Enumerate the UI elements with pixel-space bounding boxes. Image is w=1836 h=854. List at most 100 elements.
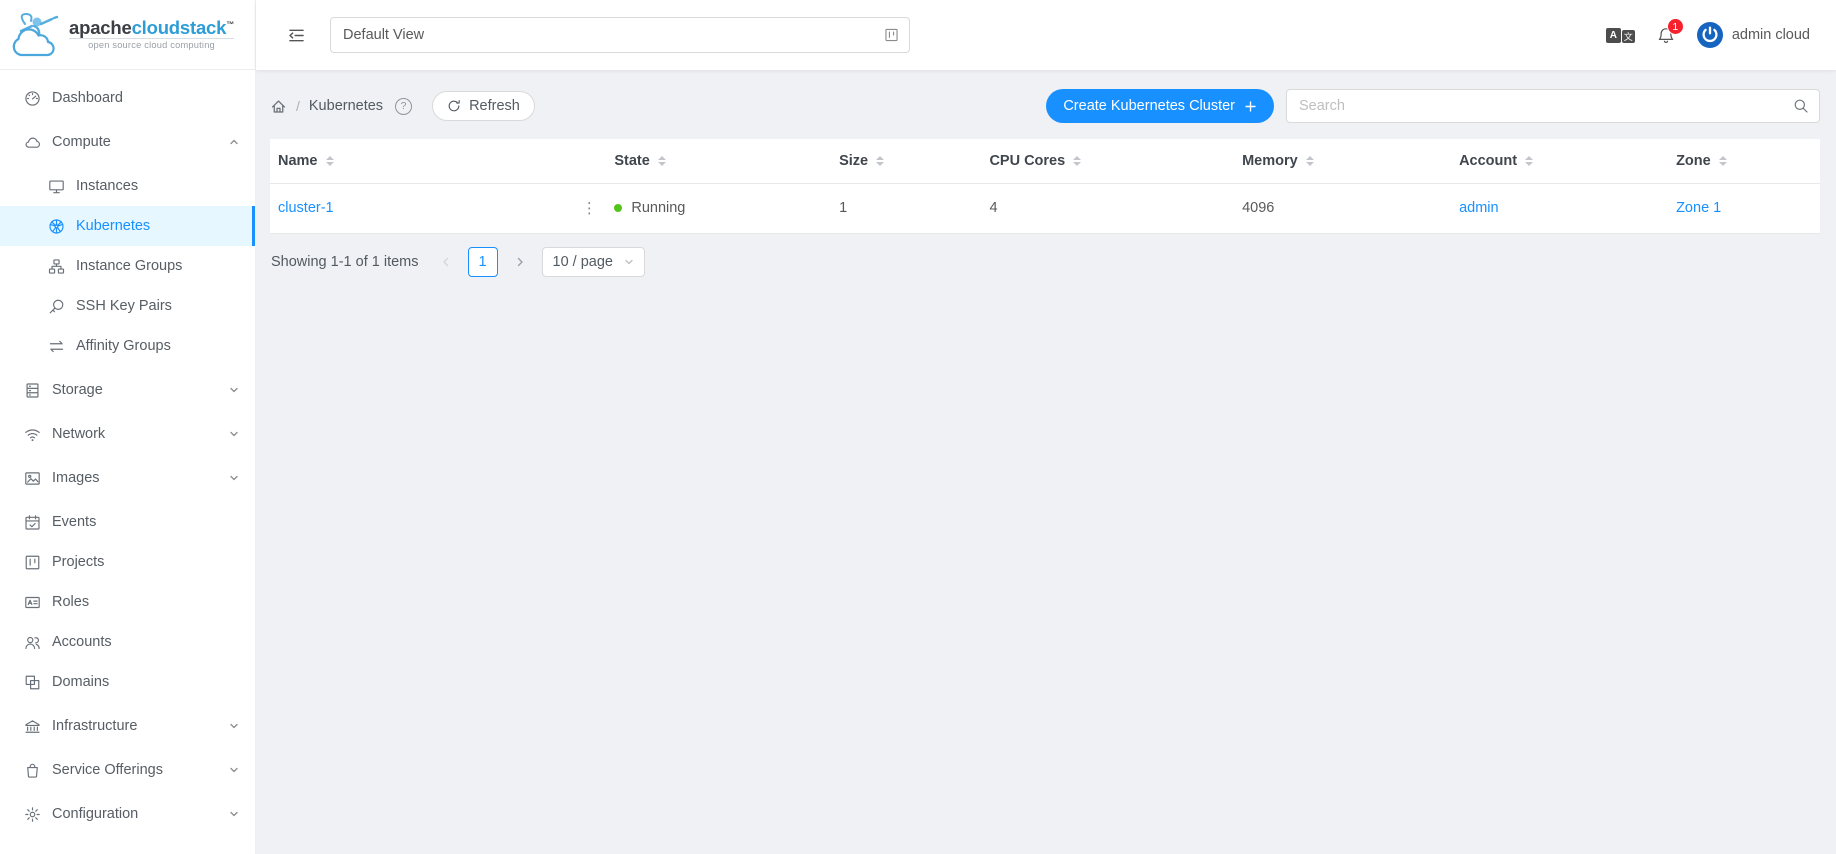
- sidebar-item-label: Affinity Groups: [76, 338, 239, 354]
- username: admin cloud: [1732, 27, 1810, 43]
- user-menu[interactable]: admin cloud: [1697, 22, 1810, 48]
- search-box: [1286, 89, 1820, 123]
- cell-state: Running: [606, 183, 831, 233]
- column-header-account[interactable]: Account: [1451, 139, 1668, 183]
- bank-icon: [24, 718, 41, 735]
- page-size-select[interactable]: 10 / page: [542, 247, 645, 277]
- cell-zone: Zone 1: [1668, 183, 1820, 233]
- reload-icon: [447, 99, 461, 113]
- sort-icon[interactable]: [1073, 156, 1081, 167]
- search-input[interactable]: [1286, 89, 1820, 123]
- sidebar-item-label: SSH Key Pairs: [76, 298, 239, 314]
- previous-page-icon[interactable]: [434, 249, 458, 275]
- team-icon: [24, 634, 41, 651]
- sidebar: apachecloudstack™ open source cloud comp…: [0, 0, 256, 854]
- chevron-down-icon: [624, 257, 634, 267]
- cell-memory: 4096: [1234, 183, 1451, 233]
- database-icon: [24, 382, 41, 399]
- sidebar-item-ssh-key-pairs[interactable]: SSH Key Pairs: [0, 286, 255, 326]
- cloud-icon: [24, 134, 41, 151]
- wifi-icon: [24, 426, 41, 443]
- sidebar-item-compute[interactable]: Compute: [0, 122, 255, 162]
- help-icon[interactable]: ?: [395, 98, 412, 115]
- notifications-button[interactable]: 1: [1657, 26, 1675, 44]
- column-header-memory[interactable]: Memory: [1234, 139, 1451, 183]
- sidebar-item-network[interactable]: Network: [0, 414, 255, 454]
- create-kubernetes-cluster-button[interactable]: Create Kubernetes Cluster: [1046, 89, 1274, 123]
- sidebar-nav: Dashboard Compute Instances Kuberne: [0, 70, 255, 854]
- sort-icon[interactable]: [1525, 156, 1533, 167]
- column-header-name[interactable]: Name: [270, 139, 606, 183]
- sidebar-item-images[interactable]: Images: [0, 458, 255, 498]
- more-actions-icon[interactable]: ⋮: [580, 201, 598, 216]
- search-icon[interactable]: [1793, 98, 1809, 114]
- sidebar-item-label: Storage: [52, 382, 229, 398]
- chevron-down-icon: [229, 765, 239, 775]
- sort-icon[interactable]: [326, 156, 334, 167]
- sidebar-item-label: Roles: [52, 594, 239, 610]
- chevron-down-icon: [229, 385, 239, 395]
- sidebar-item-label: Dashboard: [52, 90, 239, 106]
- sidebar-item-instances[interactable]: Instances: [0, 166, 255, 206]
- zone-link[interactable]: Zone 1: [1676, 200, 1721, 216]
- chevron-down-icon: [229, 473, 239, 483]
- sort-icon[interactable]: [1719, 156, 1727, 167]
- view-selector: [330, 17, 910, 53]
- create-button-label: Create Kubernetes Cluster: [1063, 98, 1235, 114]
- sort-icon[interactable]: [658, 156, 666, 167]
- column-header-cpu-cores[interactable]: CPU Cores: [981, 139, 1234, 183]
- home-icon[interactable]: [270, 98, 287, 115]
- sidebar-item-infrastructure[interactable]: Infrastructure: [0, 706, 255, 746]
- chevron-down-icon: [229, 429, 239, 439]
- sidebar-item-kubernetes[interactable]: Kubernetes: [0, 206, 255, 246]
- refresh-button[interactable]: Refresh: [432, 91, 535, 121]
- column-header-size[interactable]: Size: [831, 139, 981, 183]
- menu-fold-icon[interactable]: [288, 27, 305, 44]
- sidebar-item-domains[interactable]: Domains: [0, 662, 255, 702]
- cell-size: 1: [831, 183, 981, 233]
- sidebar-item-label: Instance Groups: [76, 258, 239, 274]
- sidebar-item-label: Network: [52, 426, 229, 442]
- dashboard-icon: [24, 90, 41, 107]
- sidebar-item-roles[interactable]: Roles: [0, 582, 255, 622]
- page-number-button[interactable]: 1: [468, 247, 498, 277]
- sidebar-item-accounts[interactable]: Accounts: [0, 622, 255, 662]
- sort-icon[interactable]: [1306, 156, 1314, 167]
- toolbar-row: / Kubernetes ? Refresh Create Kubernetes…: [270, 84, 1820, 128]
- sort-icon[interactable]: [876, 156, 884, 167]
- sidebar-item-label: Projects: [52, 554, 239, 570]
- sidebar-item-label: Service Offerings: [52, 762, 229, 778]
- sidebar-item-projects[interactable]: Projects: [0, 542, 255, 582]
- state-label: Running: [631, 200, 685, 216]
- next-page-icon[interactable]: [508, 249, 532, 275]
- breadcrumb-separator: /: [296, 98, 300, 114]
- sidebar-item-storage[interactable]: Storage: [0, 370, 255, 410]
- cloudstack-app: apachecloudstack™ open source cloud comp…: [0, 0, 1836, 854]
- id-card-icon: [24, 594, 41, 611]
- column-header-state[interactable]: State: [606, 139, 831, 183]
- sidebar-item-configuration[interactable]: Configuration: [0, 794, 255, 834]
- brand-logo[interactable]: apachecloudstack™ open source cloud comp…: [0, 0, 255, 70]
- account-link[interactable]: admin: [1459, 200, 1499, 216]
- sidebar-item-service-offerings[interactable]: Service Offerings: [0, 750, 255, 790]
- desktop-icon: [48, 178, 65, 195]
- column-header-zone[interactable]: Zone: [1668, 139, 1820, 183]
- project-switch-icon[interactable]: [884, 28, 899, 43]
- sidebar-item-label: Images: [52, 470, 229, 486]
- sidebar-item-instance-groups[interactable]: Instance Groups: [0, 246, 255, 286]
- topbar-right: A 文 1 admin cloud: [1606, 22, 1810, 48]
- view-selector-input[interactable]: [330, 17, 910, 53]
- sidebar-item-dashboard[interactable]: Dashboard: [0, 78, 255, 118]
- breadcrumb-current: Kubernetes: [309, 98, 383, 114]
- translate-icon[interactable]: A 文: [1606, 28, 1635, 43]
- sidebar-item-label: Compute: [52, 134, 229, 150]
- cluster-name-link[interactable]: cluster-1: [278, 200, 334, 216]
- key-search-icon: [48, 298, 65, 315]
- sidebar-item-events[interactable]: Events: [0, 502, 255, 542]
- sidebar-item-label: Infrastructure: [52, 718, 229, 734]
- sidebar-item-affinity-groups[interactable]: Affinity Groups: [0, 326, 255, 366]
- cluster-icon: [48, 258, 65, 275]
- table-row: cluster-1 ⋮ Running 1: [270, 183, 1820, 233]
- table-header-row: Name State Size CPU Cores Memory Account…: [270, 139, 1820, 183]
- kubernetes-table-card: Name State Size CPU Cores Memory Account…: [270, 139, 1820, 234]
